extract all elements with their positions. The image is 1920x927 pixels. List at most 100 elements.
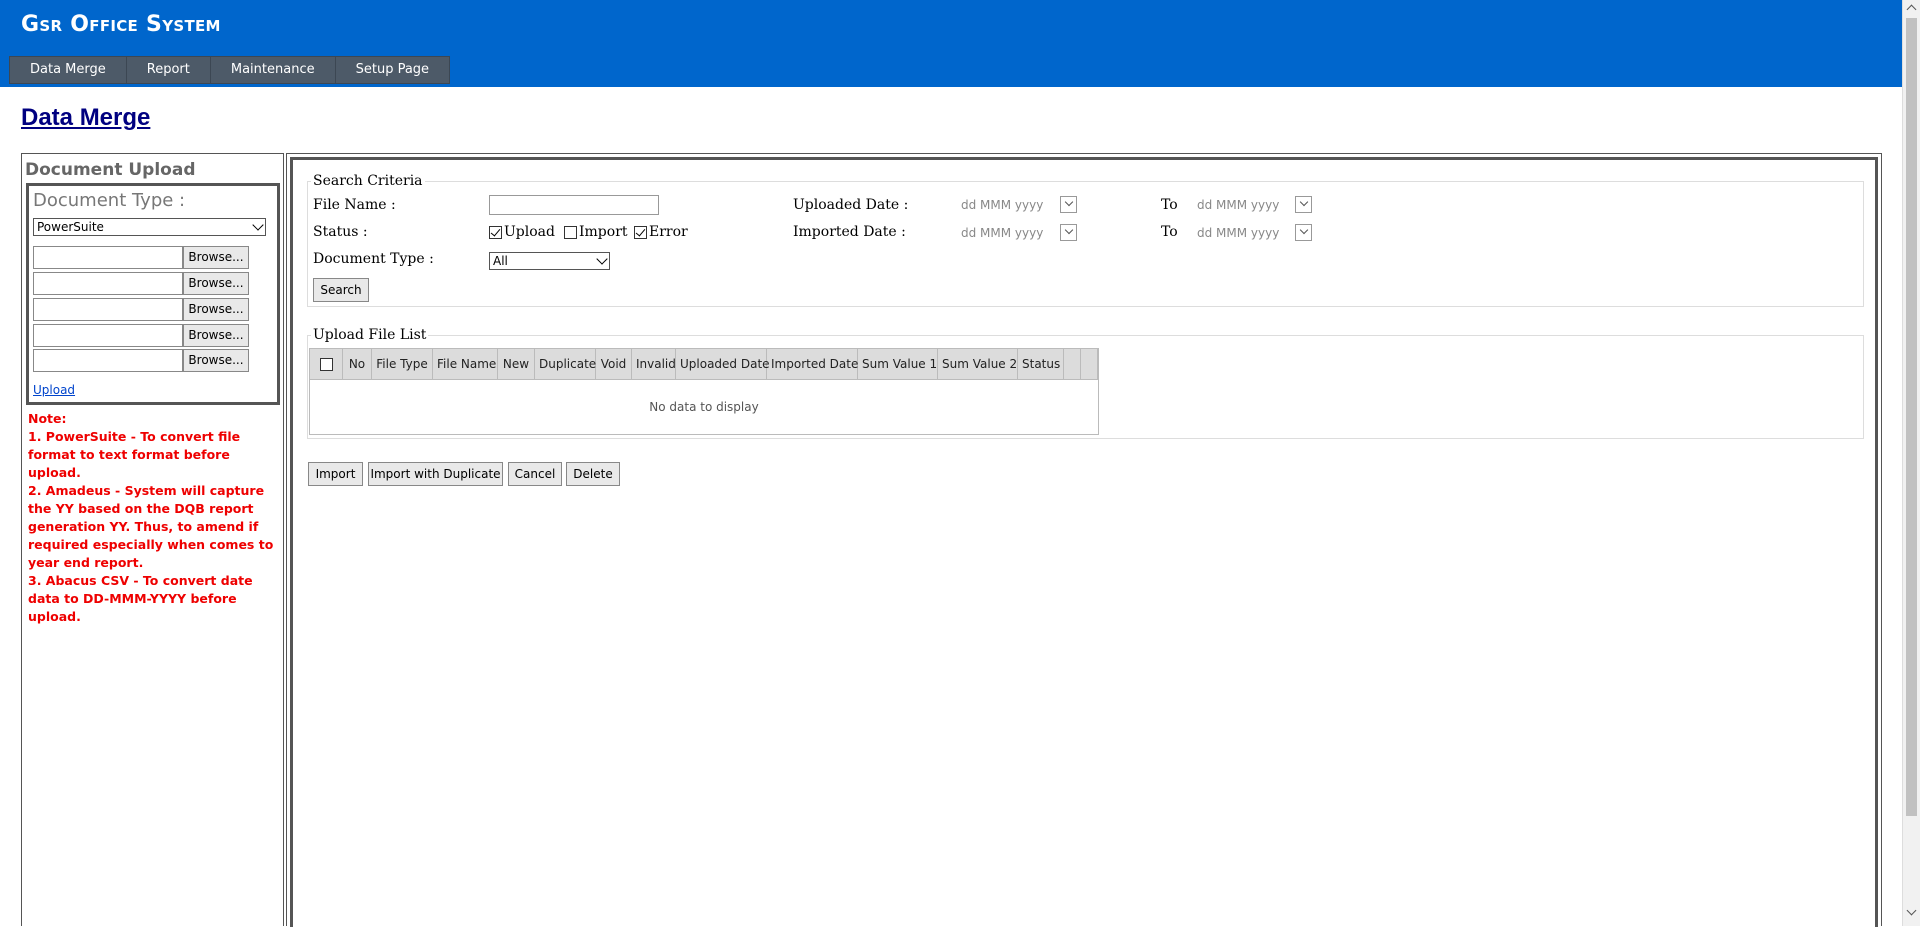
chevron-down-icon — [596, 253, 608, 265]
imported-date-from-input[interactable]: dd MMM yyyy — [961, 223, 1061, 243]
imported-date-from-picker[interactable] — [1060, 224, 1077, 241]
search-button[interactable]: Search — [313, 278, 369, 302]
chevron-down-icon — [1064, 197, 1074, 207]
error-checkbox[interactable] — [634, 225, 647, 239]
col-header-extra — [1064, 349, 1081, 379]
upload-file-grid: No File Type File Name New Duplicate Voi… — [309, 348, 1099, 435]
file-path-input[interactable] — [33, 324, 183, 347]
import-checkbox-label: Import — [579, 224, 628, 240]
chevron-down-icon — [1299, 225, 1309, 235]
uploaded-date-from-input[interactable]: dd MMM yyyy — [961, 195, 1061, 215]
grid-header: No File Type File Name New Duplicate Voi… — [310, 349, 1098, 380]
note-item: 1. PowerSuite - To convert file format t… — [28, 429, 241, 480]
status-label: Status : — [313, 224, 368, 240]
file-path-input[interactable] — [33, 272, 183, 295]
uploaded-date-to-input[interactable]: dd MMM yyyy — [1197, 195, 1297, 215]
menu-item-data-merge[interactable]: Data Merge — [10, 57, 127, 83]
col-header-extra — [1081, 349, 1098, 379]
imported-to-label: To — [1161, 224, 1178, 240]
document-type-filter-value: All — [493, 254, 508, 268]
main-menu: Data Merge Report Maintenance Setup Page — [9, 56, 451, 84]
status-upload-option[interactable]: Upload — [489, 224, 555, 240]
col-header-void[interactable]: Void — [596, 349, 632, 379]
uploaded-date-to-picker[interactable] — [1295, 196, 1312, 213]
browse-button[interactable]: Browse... — [183, 272, 249, 295]
file-path-input[interactable] — [33, 246, 183, 269]
col-header-sum-value-1[interactable]: Sum Value 1 — [858, 349, 938, 379]
chevron-down-icon — [1064, 225, 1074, 235]
col-header-new[interactable]: New — [498, 349, 535, 379]
document-type-label: Document Type : — [33, 190, 186, 211]
col-header-invalid[interactable]: Invalid — [632, 349, 676, 379]
document-type-box: Document Type : PowerSuite Browse... Bro… — [26, 183, 280, 405]
col-header-imported-date[interactable]: Imported Date — [767, 349, 858, 379]
note-title: Note: — [28, 411, 67, 426]
imported-date-to-picker[interactable] — [1295, 224, 1312, 241]
menu-item-report[interactable]: Report — [127, 57, 211, 83]
error-checkbox-label: Error — [649, 224, 688, 240]
menu-item-setup-page[interactable]: Setup Page — [336, 57, 449, 83]
col-header-file-name[interactable]: File Name — [433, 349, 498, 379]
upload-file-list-legend: Upload File List — [311, 327, 429, 343]
import-button[interactable]: Import — [308, 462, 363, 486]
upload-notes: Note: 1. PowerSuite - To convert file fo… — [28, 410, 283, 626]
chevron-down-icon — [1299, 197, 1309, 207]
uploaded-date-from-picker[interactable] — [1060, 196, 1077, 213]
upload-checkbox[interactable] — [489, 225, 502, 239]
status-error-option[interactable]: Error — [634, 224, 688, 240]
col-header-sum-value-2[interactable]: Sum Value 2 — [938, 349, 1018, 379]
page-title[interactable]: Data Merge — [21, 104, 150, 132]
app-title: Gsr Office System — [21, 12, 221, 37]
status-import-option[interactable]: Import — [564, 224, 628, 240]
browse-button[interactable]: Browse... — [183, 298, 249, 321]
note-item: 2. Amadeus - System will capture the YY … — [28, 483, 274, 570]
document-upload-title: Document Upload — [25, 160, 196, 180]
file-name-label: File Name : — [313, 197, 396, 213]
app-header: Gsr Office System Data Merge Report Main… — [0, 0, 1902, 87]
file-name-input[interactable] — [489, 195, 659, 215]
menu-item-maintenance[interactable]: Maintenance — [211, 57, 336, 83]
scroll-thumb[interactable] — [1906, 18, 1917, 816]
uploaded-date-label: Uploaded Date : — [793, 197, 909, 213]
search-criteria-fieldset: Search Criteria File Name : Status : Upl… — [307, 173, 1864, 307]
col-header-file-type[interactable]: File Type — [372, 349, 433, 379]
import-with-duplicate-button[interactable]: Import with Duplicate — [368, 462, 503, 486]
cancel-button[interactable]: Cancel — [508, 462, 562, 486]
file-upload-row: Browse... — [33, 272, 249, 295]
col-header-duplicate[interactable]: Duplicate — [535, 349, 596, 379]
upload-checkbox-label: Upload — [504, 224, 555, 240]
upload-link[interactable]: Upload — [33, 383, 75, 397]
file-upload-row: Browse... — [33, 349, 249, 372]
document-type-value: PowerSuite — [37, 220, 104, 234]
delete-button[interactable]: Delete — [566, 462, 620, 486]
file-upload-row: Browse... — [33, 324, 249, 347]
scroll-down-icon[interactable] — [1906, 905, 1917, 916]
uploaded-to-label: To — [1161, 197, 1178, 213]
imported-date-label: Imported Date : — [793, 224, 906, 240]
browse-button[interactable]: Browse... — [183, 349, 249, 372]
scroll-up-icon[interactable] — [1906, 4, 1917, 15]
col-header-status[interactable]: Status — [1018, 349, 1064, 379]
file-path-input[interactable] — [33, 298, 183, 321]
col-header-uploaded-date[interactable]: Uploaded Date — [676, 349, 770, 379]
import-checkbox[interactable] — [564, 225, 577, 239]
vertical-scrollbar[interactable] — [1902, 0, 1920, 926]
file-upload-row: Browse... — [33, 298, 249, 321]
document-type-filter-select[interactable]: All — [489, 252, 610, 270]
imported-date-to-input[interactable]: dd MMM yyyy — [1197, 223, 1297, 243]
file-path-input[interactable] — [33, 349, 183, 372]
browse-button[interactable]: Browse... — [183, 246, 249, 269]
select-all-cell — [310, 349, 343, 379]
no-data-message: No data to display — [649, 400, 759, 414]
note-item: 3. Abacus CSV - To convert date data to … — [28, 573, 253, 624]
browse-button[interactable]: Browse... — [183, 324, 249, 347]
file-upload-row: Browse... — [33, 246, 249, 269]
chevron-down-icon — [252, 219, 264, 231]
document-type-select[interactable]: PowerSuite — [33, 218, 266, 236]
document-upload-panel: Document Upload Document Type : PowerSui… — [21, 153, 284, 926]
select-all-checkbox[interactable] — [319, 358, 333, 371]
main-content-inner: Search Criteria File Name : Status : Upl… — [290, 157, 1878, 927]
search-criteria-legend: Search Criteria — [311, 173, 425, 189]
col-header-no[interactable]: No — [343, 349, 372, 379]
document-type-filter-label: Document Type : — [313, 251, 434, 267]
